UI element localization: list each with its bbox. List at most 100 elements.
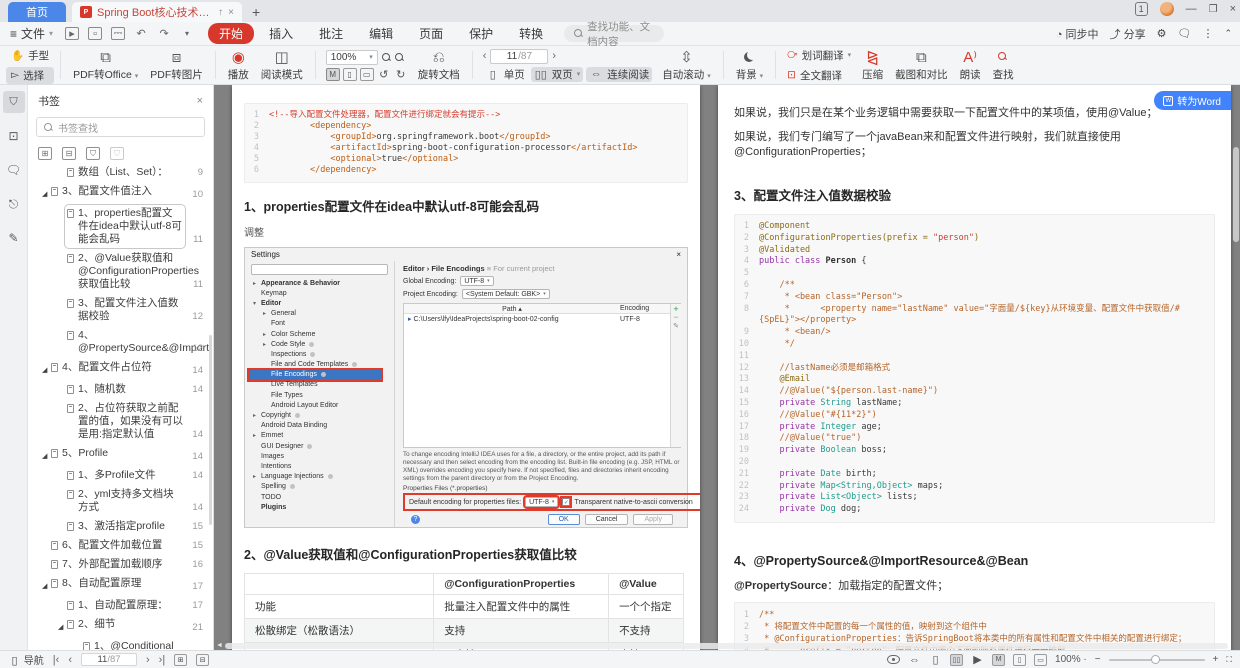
add-bookmark-icon[interactable]: ⛉ [86, 147, 100, 160]
bookmark-item[interactable]: 1、随机数 14 [28, 380, 209, 399]
expand-arrow-icon[interactable]: ◢ [42, 188, 51, 201]
last-page-icon[interactable]: ›| [159, 654, 166, 666]
rotate-left-icon[interactable]: ↺ [377, 68, 391, 81]
page-number-input[interactable]: 11/87 [490, 48, 549, 64]
actual-size-icon[interactable]: ▯ [342, 67, 357, 81]
auto-scroll-button[interactable]: ⇳ 自动滚动 ▾ [656, 48, 716, 83]
expand-arrow-icon[interactable]: ◢ [58, 621, 67, 634]
screenshot-compare-button[interactable]: ⧉ 截图和对比 [889, 48, 954, 83]
horizontal-scrollbar[interactable]: ◄ [216, 642, 1230, 649]
comments-panel-icon[interactable]: 🗨 [3, 159, 25, 181]
actual-size-status-icon[interactable]: ▯ [1013, 653, 1027, 666]
bookmark-item[interactable]: ◢ 4、配置文件占位符 14 [28, 358, 209, 380]
read-mode-button[interactable]: ◫ 阅读模式 [255, 48, 309, 83]
tab-annotate[interactable]: 批注 [308, 23, 354, 44]
redo-icon[interactable]: ↷ [157, 27, 171, 40]
double-page-view-icon[interactable]: ▯▯ [950, 653, 964, 666]
find-button[interactable]: 查找 [987, 48, 1020, 83]
bookmark-search-input[interactable]: 书签查找 [36, 117, 205, 137]
bookmark-item[interactable]: 3、配置文件注入值数据校验 12 [28, 294, 209, 326]
eye-protection-icon[interactable] [887, 655, 901, 664]
bookmark-item[interactable]: 1、properties配置文件在idea中默认utf-8可能会乱码 11 [28, 204, 209, 249]
bookmark-item[interactable]: 2、占位符获取之前配置的值，如果没有可以是用:指定默认值 14 [28, 399, 209, 444]
tab-start[interactable]: 开始 [208, 23, 255, 44]
double-page-button[interactable]: ▯▯ 双页 ▾ [530, 66, 584, 82]
zoom-level-select[interactable]: 100% ▾ [325, 49, 378, 65]
vertical-scrollbar[interactable] [1232, 85, 1239, 650]
bookmark-item[interactable]: 数组（List、Set）： 9 [28, 163, 209, 182]
tab-insert[interactable]: 插入 [258, 23, 304, 44]
bookmark-item[interactable]: ◢ 3、配置文件值注入 10 [28, 182, 209, 204]
tab-page[interactable]: 页面 [408, 23, 454, 44]
bookmark-item[interactable]: 4、@PropertySource&@ImportResource&@Bean1… [28, 326, 209, 358]
horizontal-scrollbar-thumb[interactable] [224, 642, 1228, 649]
hand-tool-button[interactable]: ✋ 手型 [6, 47, 54, 64]
panel-close-icon[interactable]: × [197, 95, 203, 107]
account-badge[interactable]: 1 [1134, 2, 1148, 16]
user-avatar[interactable] [1159, 2, 1174, 16]
fit-width-icon[interactable]: ▭ [359, 67, 374, 81]
collapse-ribbon-icon[interactable]: ⌃ [1224, 28, 1232, 39]
bookmark-item[interactable]: ◢ 5、Profile 14 [28, 444, 209, 466]
zoom-out-icon[interactable] [381, 52, 391, 62]
bookmark-item[interactable]: 7、外部配置加载顺序 16 [28, 555, 209, 574]
expand-arrow-icon[interactable]: ◢ [42, 450, 51, 463]
bookmark-item[interactable]: 6、配置文件加载位置 15 [28, 536, 209, 555]
play-view-icon[interactable]: ▶ [971, 654, 984, 666]
zoom-slider[interactable] [1108, 654, 1205, 664]
bookmark-item[interactable]: 1、多Profile文件 14 [28, 466, 209, 485]
save-icon[interactable]: ▫ [88, 27, 103, 40]
remove-page-icon[interactable]: ⊟ [196, 653, 210, 666]
bookmark-item[interactable]: ◢ 8、自动配置原理 17 [28, 574, 209, 596]
single-page-view-icon[interactable]: ▯ [929, 654, 942, 666]
bookmark-item[interactable]: 1、自动配置原理： 17 [28, 596, 209, 615]
tab-protect[interactable]: 保护 [458, 23, 504, 44]
sync-status[interactable]: ◔ 同步中 [1056, 26, 1099, 42]
bookmark-item[interactable]: 1、@Conditional派生注解（Spring注解版原生的@Conditio… [28, 637, 209, 650]
status-zoom-value[interactable]: 100% · [1055, 654, 1087, 665]
tab-up-icon[interactable]: ↑ [218, 7, 223, 18]
compress-button[interactable]: ⧎ 压缩 [856, 48, 889, 83]
expand-arrow-icon[interactable]: ◢ [42, 580, 51, 593]
pdf-to-office-button[interactable]: ⧉ PDF转Office ▾ [67, 48, 144, 83]
continuous-view-icon[interactable]: ⇔ [908, 654, 921, 666]
collapse-all-icon[interactable]: ⊟ [62, 147, 76, 160]
background-button[interactable]: 背景 ▾ [730, 48, 769, 83]
navigation-toggle[interactable]: ▯ 导航 [8, 652, 43, 667]
vertical-scrollbar-thumb[interactable] [1233, 147, 1239, 242]
select-tool-button[interactable]: ▻ 选择 [6, 66, 55, 84]
expand-all-icon[interactable]: ⊞ [38, 147, 52, 160]
insert-page-icon[interactable]: ⊞ [174, 653, 188, 666]
print-icon[interactable]: ⎓ [111, 27, 126, 40]
play-button[interactable]: ◉ 播放 [222, 48, 255, 83]
scroll-left-arrow[interactable]: ◄ [216, 642, 223, 649]
zoom-in-icon[interactable] [394, 52, 404, 62]
new-tab-button[interactable]: + [252, 2, 260, 22]
maximize-button[interactable]: ❐ [1209, 4, 1218, 15]
fit-window-status-icon[interactable]: M [992, 653, 1006, 666]
full-translate-button[interactable]: ⊡ 全文翻译 [782, 67, 856, 84]
bookmark-item[interactable]: ◢ 2、细节 21 [28, 615, 209, 637]
single-page-button[interactable]: ▯ 单页 [483, 67, 528, 82]
bookmark-item[interactable]: 2、@Value获取值和@ConfigurationProperties获取值比… [28, 249, 209, 294]
expand-arrow-icon[interactable]: ◢ [42, 364, 51, 377]
tab-close-icon[interactable]: × [228, 7, 234, 18]
fit-width-status-icon[interactable]: ▭ [1034, 653, 1048, 666]
word-translate-button[interactable]: ⧂ 划词翻译 ▾ [782, 47, 856, 64]
next-page-status-icon[interactable]: › [146, 654, 150, 666]
open-file-icon[interactable]: ▸ [65, 27, 80, 40]
file-menu[interactable]: ≡ 文件 ▾ [10, 25, 53, 42]
fullscreen-icon[interactable]: ⛶ [1226, 655, 1232, 665]
thumbnails-panel-icon[interactable]: ⊡ [3, 125, 25, 147]
close-button[interactable]: × [1230, 3, 1236, 15]
document-tab[interactable]: P Spring Boot核心技术笔记.pdf ↑ × [72, 2, 242, 22]
bookmarks-panel-icon[interactable]: ⛉ [2, 91, 25, 113]
convert-to-word-button[interactable]: W 转为Word [1154, 91, 1231, 110]
zoom-in-button[interactable]: + [1213, 654, 1219, 665]
prev-page-icon[interactable]: ‹ [483, 50, 487, 62]
tab-convert[interactable]: 转换 [508, 23, 554, 44]
zoom-slider-knob[interactable] [1150, 654, 1160, 664]
rotate-right-icon[interactable]: ↻ [394, 68, 408, 81]
panel-scrollbar[interactable] [209, 335, 212, 525]
read-aloud-button[interactable]: A⁾ 朗读 [954, 48, 987, 83]
